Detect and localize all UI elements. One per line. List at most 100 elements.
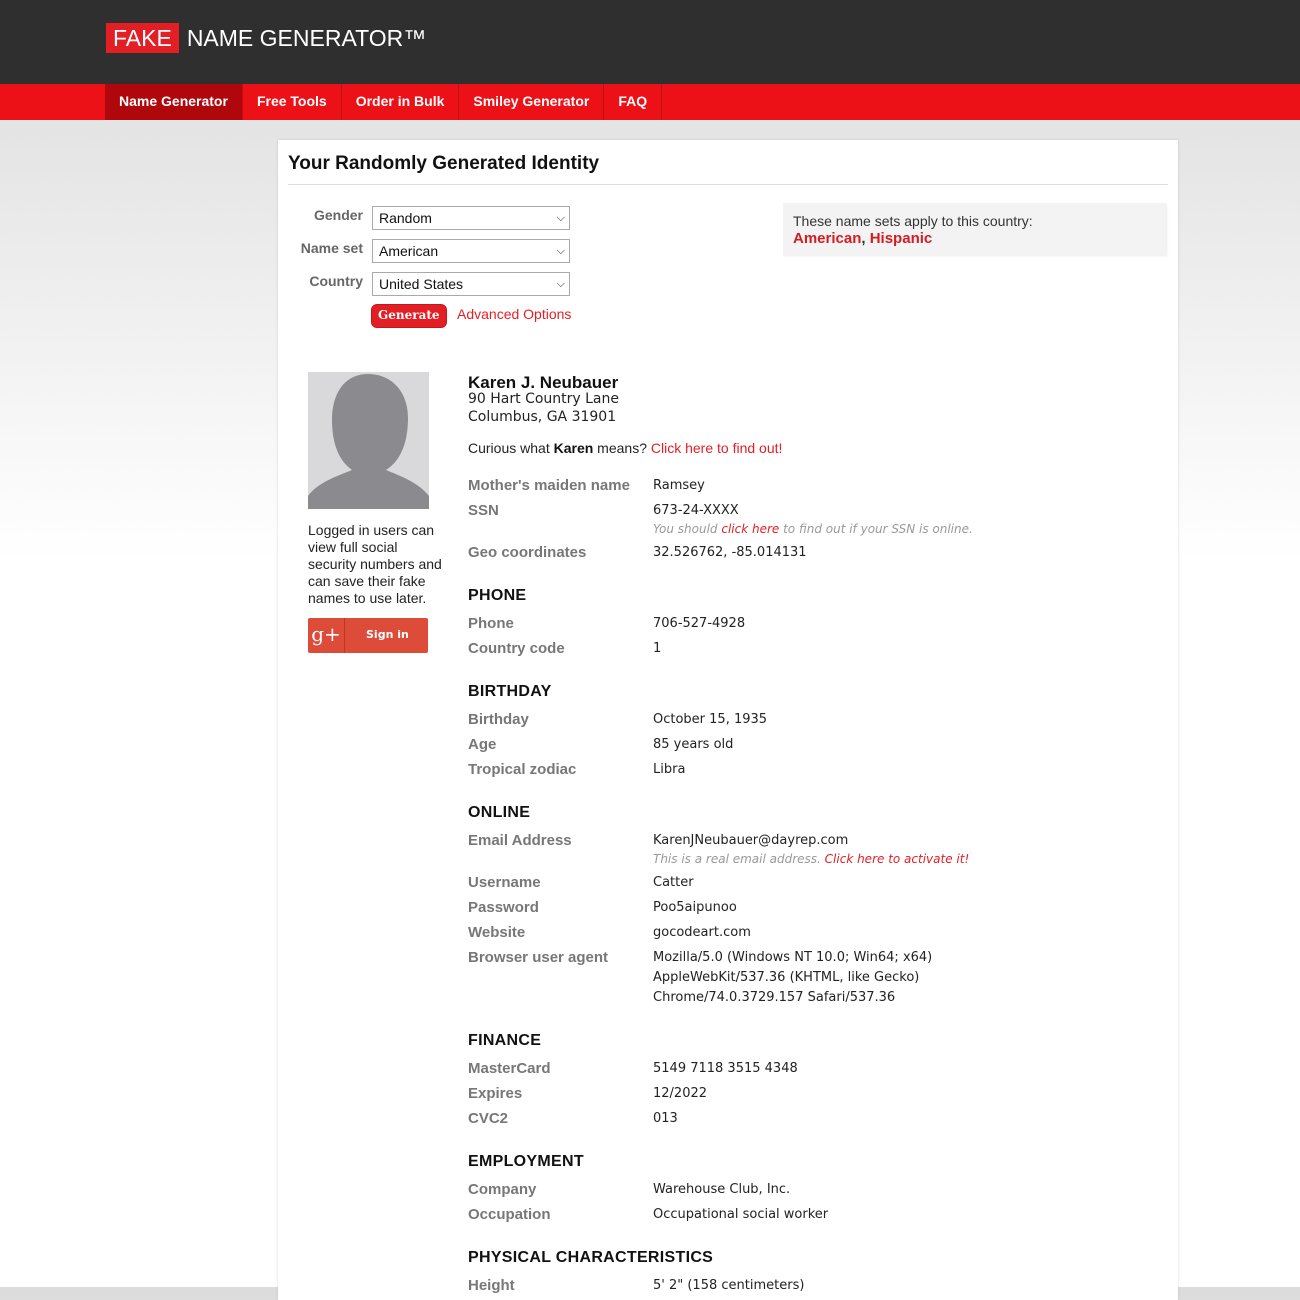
user-agent-line-3: Chrome/74.0.3729.157 Safari/537.36 — [653, 990, 896, 1005]
password-label: Password — [468, 899, 539, 916]
email-note: This is a real email address. Click here… — [653, 852, 969, 866]
nav-free-tools[interactable]: Free Tools — [243, 84, 342, 120]
name-meaning: Curious what Karen means? Click here to … — [468, 440, 782, 456]
nameset-link-american[interactable]: American — [793, 230, 861, 247]
section-phone: PHONE — [468, 587, 527, 604]
nav-name-generator[interactable]: Name Generator — [105, 84, 243, 120]
chevron-down-icon: ⌵ — [556, 212, 565, 224]
zodiac-label: Tropical zodiac — [468, 761, 577, 778]
ssn-label: SSN — [468, 502, 499, 519]
section-birthday: BIRTHDAY — [468, 683, 552, 700]
occupation-value: Occupational social worker — [653, 1207, 829, 1222]
age-label: Age — [468, 736, 497, 753]
curious-post: means? — [593, 440, 651, 456]
phone-value: 706-527-4928 — [653, 616, 746, 631]
nameset-link-hispanic[interactable]: Hispanic — [870, 230, 933, 247]
title-divider — [288, 184, 1168, 185]
page-title: Your Randomly Generated Identity — [288, 153, 600, 174]
section-physical: PHYSICAL CHARACTERISTICS — [468, 1249, 714, 1266]
gender-label: Gender — [313, 207, 363, 223]
geo-label: Geo coordinates — [468, 544, 587, 561]
zodiac-value: Libra — [653, 762, 686, 777]
ssn-note: You should click here to find out if you… — [653, 522, 973, 536]
nameset-list: American, Hispanic — [793, 230, 932, 247]
identity-name: Karen J. Neubauer — [468, 373, 619, 392]
nav-faq[interactable]: FAQ — [604, 84, 663, 120]
user-agent-line-2: AppleWebKit/537.36 (KHTML, like Gecko) — [653, 970, 920, 985]
email-note-pre: This is a real email address. — [653, 852, 825, 866]
section-online: ONLINE — [468, 804, 531, 821]
site-header: FAKE NAME GENERATOR™ — [0, 0, 1300, 84]
country-code-value: 1 — [653, 641, 662, 656]
password-value: Poo5aipunoo — [653, 900, 737, 915]
country-code-label: Country code — [468, 640, 565, 657]
chevron-down-icon: ⌵ — [556, 245, 565, 257]
ssn-check-link[interactable]: click here — [721, 522, 779, 536]
cvc2-value: 013 — [653, 1111, 678, 1126]
phone-label: Phone — [468, 615, 514, 632]
website-label: Website — [468, 924, 526, 941]
ssn-value: 673-24-XXXX — [653, 503, 739, 518]
age-value: 85 years old — [653, 737, 734, 752]
expires-label: Expires — [468, 1085, 523, 1102]
advanced-options-link[interactable]: Advanced Options — [457, 306, 571, 322]
birthday-value: October 15, 1935 — [653, 712, 768, 727]
maiden-name-label: Mother's maiden name — [468, 477, 630, 494]
identity-panel: Your Randomly Generated Identity Gender … — [278, 140, 1178, 1300]
address-line-1: 90 Hart Country Lane — [468, 391, 619, 407]
gender-select[interactable]: Random ⌵ — [372, 206, 570, 230]
section-finance: FINANCE — [468, 1032, 542, 1049]
avatar-silhouette — [308, 372, 429, 509]
username-value: Catter — [653, 875, 694, 890]
company-label: Company — [468, 1181, 537, 1198]
nameset-value: American — [379, 243, 439, 259]
ssn-note-post: to find out if your SSN is online. — [779, 522, 973, 536]
birthday-label: Birthday — [468, 711, 529, 728]
height-label: Height — [468, 1277, 515, 1294]
logo-fake: FAKE — [106, 23, 179, 53]
country-value: United States — [379, 276, 464, 292]
geo-coordinates-link[interactable]: 32.526762, -85.014131 — [653, 543, 807, 563]
login-note: Logged in users can view full social sec… — [308, 522, 442, 606]
nameset-separator: , — [861, 230, 870, 247]
site-logo[interactable]: FAKE NAME GENERATOR™ — [106, 23, 426, 53]
height-value: 5' 2" (158 centimeters) — [653, 1278, 805, 1293]
ssn-note-pre: You should — [653, 522, 722, 536]
maiden-name-value: Ramsey — [653, 478, 705, 493]
country-select[interactable]: United States ⌵ — [372, 272, 570, 296]
country-box-text: These name sets apply to this country: — [793, 213, 1033, 229]
generate-button[interactable]: Generate — [372, 305, 446, 327]
activate-email-link[interactable]: Click here to activate it! — [825, 852, 970, 866]
country-nameset-box: These name sets apply to this country: A… — [783, 203, 1166, 255]
user-agent-line-1: Mozilla/5.0 (Windows NT 10.0; Win64; x64… — [653, 950, 933, 965]
google-signin-button[interactable]: g+ Sign in — [308, 618, 428, 653]
country-label: Country — [309, 273, 363, 289]
google-plus-icon: g+ — [308, 618, 345, 653]
nameset-select[interactable]: American ⌵ — [372, 239, 570, 263]
section-employment: EMPLOYMENT — [468, 1153, 584, 1170]
nameset-label: Name set — [300, 240, 363, 256]
email-label: Email Address — [468, 832, 572, 849]
mastercard-value: 5149 7118 3515 4348 — [653, 1061, 798, 1076]
occupation-label: Occupation — [468, 1206, 551, 1223]
name-meaning-link[interactable]: Click here to find out! — [651, 440, 783, 456]
gender-value: Random — [379, 210, 432, 226]
logo-text: NAME GENERATOR™ — [186, 24, 427, 51]
signin-label: Sign in — [366, 628, 409, 641]
curious-name: Karen — [553, 440, 594, 456]
user-agent-label: Browser user agent — [468, 949, 609, 966]
email-value: KarenJNeubauer@dayrep.com — [653, 833, 849, 848]
nav-order-in-bulk[interactable]: Order in Bulk — [342, 84, 460, 120]
cvc2-label: CVC2 — [468, 1110, 509, 1127]
website-value: gocodeart.com — [653, 925, 751, 940]
username-label: Username — [468, 874, 541, 891]
expires-value: 12/2022 — [653, 1086, 708, 1101]
mastercard-label: MasterCard — [468, 1060, 551, 1077]
nav-smiley-generator[interactable]: Smiley Generator — [459, 84, 605, 120]
chevron-down-icon: ⌵ — [556, 278, 565, 290]
main-nav: Name Generator Free Tools Order in Bulk … — [0, 84, 1300, 120]
person-silhouette-icon — [308, 372, 429, 509]
curious-pre: Curious what — [468, 440, 554, 456]
company-value: Warehouse Club, Inc. — [653, 1182, 791, 1197]
address-line-2: Columbus, GA 31901 — [468, 409, 617, 425]
